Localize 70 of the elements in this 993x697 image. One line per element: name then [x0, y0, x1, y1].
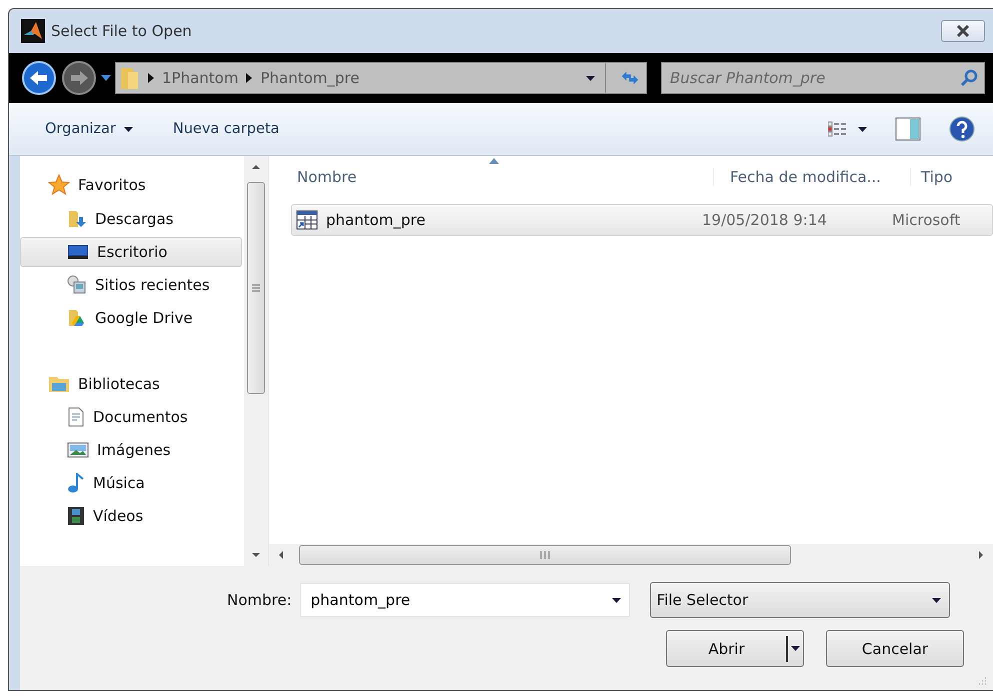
organize-button[interactable]: Organizar [45, 121, 133, 137]
caret-icon [586, 76, 595, 80]
sidebar-group[interactable]: Favoritos [78, 176, 146, 194]
new-folder-button[interactable]: Nueva carpeta [172, 121, 280, 137]
history-dropdown-icon[interactable] [101, 75, 111, 81]
search-field[interactable]: Buscar Phantom_pre [661, 62, 985, 94]
recent-places-icon [67, 275, 87, 295]
preview-pane-icon[interactable] [895, 117, 921, 141]
file-name-label: Nombre: [227, 591, 292, 609]
address-bar[interactable]: 1Phantom Phantom_pre [115, 62, 647, 94]
forward-button[interactable] [61, 60, 97, 96]
grip-icon [252, 284, 260, 292]
sidebar-item[interactable]: Descargas [20, 204, 242, 234]
caret-icon [612, 598, 621, 602]
file-name-input[interactable]: phantom_pre [308, 590, 612, 610]
refresh-icon [620, 69, 640, 87]
close-button[interactable] [941, 20, 985, 42]
file-name: phantom_pre [326, 211, 426, 229]
resize-grip-icon [977, 676, 987, 686]
library-folder-icon [48, 374, 70, 394]
sidebar-item[interactable]: Imágenes [20, 435, 242, 465]
caret-icon [124, 126, 133, 132]
search-input[interactable]: Buscar Phantom_pre [668, 68, 960, 88]
table-cell-text: 19/05/2018 9:14 [701, 211, 828, 229]
desktop-icon [67, 243, 89, 261]
breadcrumb[interactable]: Phantom_pre [246, 69, 360, 87]
image-icon [67, 441, 89, 459]
help-icon[interactable] [949, 116, 975, 142]
grip-icon [540, 551, 550, 559]
caret-icon [791, 646, 800, 651]
document-icon [67, 407, 85, 427]
film-icon [67, 506, 85, 526]
file-name-field[interactable]: phantom_pre [300, 583, 630, 617]
chevron-icon [148, 73, 154, 83]
close-icon [956, 25, 970, 37]
music-note-icon [67, 473, 85, 493]
sidebar-item[interactable]: Música [20, 468, 242, 498]
file-row[interactable]: phantom_pre 19/05/2018 9:14 Microsoft [291, 204, 993, 236]
sidebar-item[interactable]: Sitios recientes [20, 270, 242, 300]
back-button[interactable] [21, 60, 57, 96]
caret-icon [932, 598, 941, 602]
column-header[interactable]: Fecha de modifica... [713, 168, 910, 186]
sidebar-item[interactable]: Documentos [20, 402, 242, 432]
caret-icon [858, 126, 867, 132]
column-header[interactable]: Nombre [269, 168, 713, 186]
app-logo-icon [21, 19, 45, 43]
star-icon [48, 174, 70, 196]
scroll-right-icon[interactable] [977, 550, 985, 560]
sidebar-item[interactable]: Escritorio [20, 237, 242, 267]
file-type-dropdown[interactable]: File Selector [650, 582, 950, 618]
chevron-icon [246, 73, 252, 83]
download-folder-icon [67, 209, 87, 229]
open-button[interactable]: Abrir [666, 630, 804, 667]
window-title: Select File to Open [51, 22, 192, 40]
column-header[interactable]: Tipo [910, 168, 993, 186]
sort-arrow-icon [489, 158, 499, 164]
table-cell-text: Microsoft [891, 211, 960, 229]
horizontal-scrollbar[interactable] [269, 544, 993, 566]
drive-folder-icon [67, 308, 87, 328]
sidebar-item[interactable]: Google Drive [20, 303, 242, 333]
sidebar-item[interactable]: Vídeos [20, 501, 242, 531]
cancel-button[interactable]: Cancelar [826, 630, 964, 667]
shortcut-file-icon [296, 210, 318, 230]
search-icon [960, 69, 978, 87]
breadcrumb[interactable]: 1Phantom [148, 69, 238, 87]
sidebar-group[interactable]: Bibliotecas [78, 375, 160, 393]
folder-icon [120, 66, 140, 90]
view-options-button[interactable] [828, 121, 867, 137]
scroll-left-icon[interactable] [277, 550, 285, 560]
vertical-scrollbar[interactable] [244, 156, 268, 566]
